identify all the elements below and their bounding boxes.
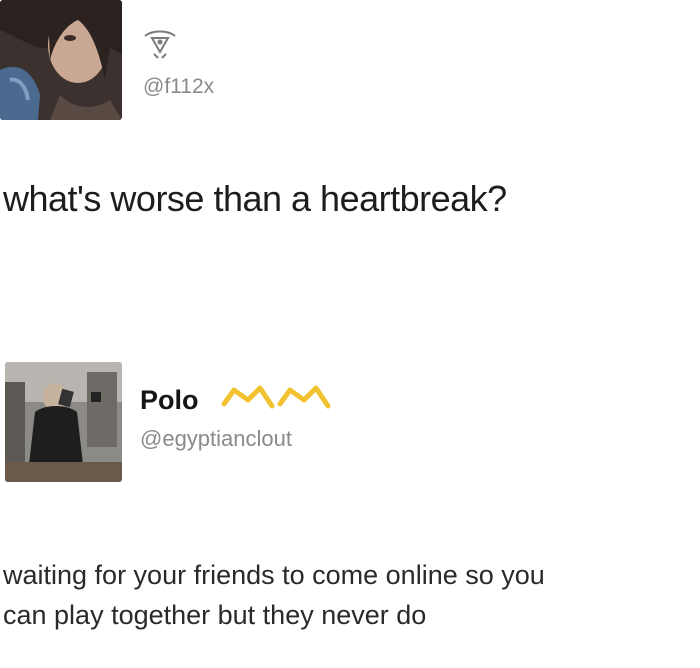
display-name[interactable]: Polo xyxy=(140,385,199,416)
tweet-text-line: can play together but they never do xyxy=(3,600,427,630)
tweet-text-line: waiting for your friends to come online … xyxy=(3,560,545,590)
profile-avatar-egyptianclout[interactable] xyxy=(5,362,122,482)
profile-avatar-f112x[interactable] xyxy=(0,0,122,120)
username-handle[interactable]: @f112x xyxy=(143,75,214,99)
tweet-text: waiting for your friends to come online … xyxy=(3,555,700,635)
tweet-text: what's worse than a heartbreak? xyxy=(3,178,507,219)
username-handle[interactable]: @egyptianclout xyxy=(140,426,292,452)
tri-symbol-icon xyxy=(140,28,180,60)
crown-emoji-icon xyxy=(220,384,332,418)
